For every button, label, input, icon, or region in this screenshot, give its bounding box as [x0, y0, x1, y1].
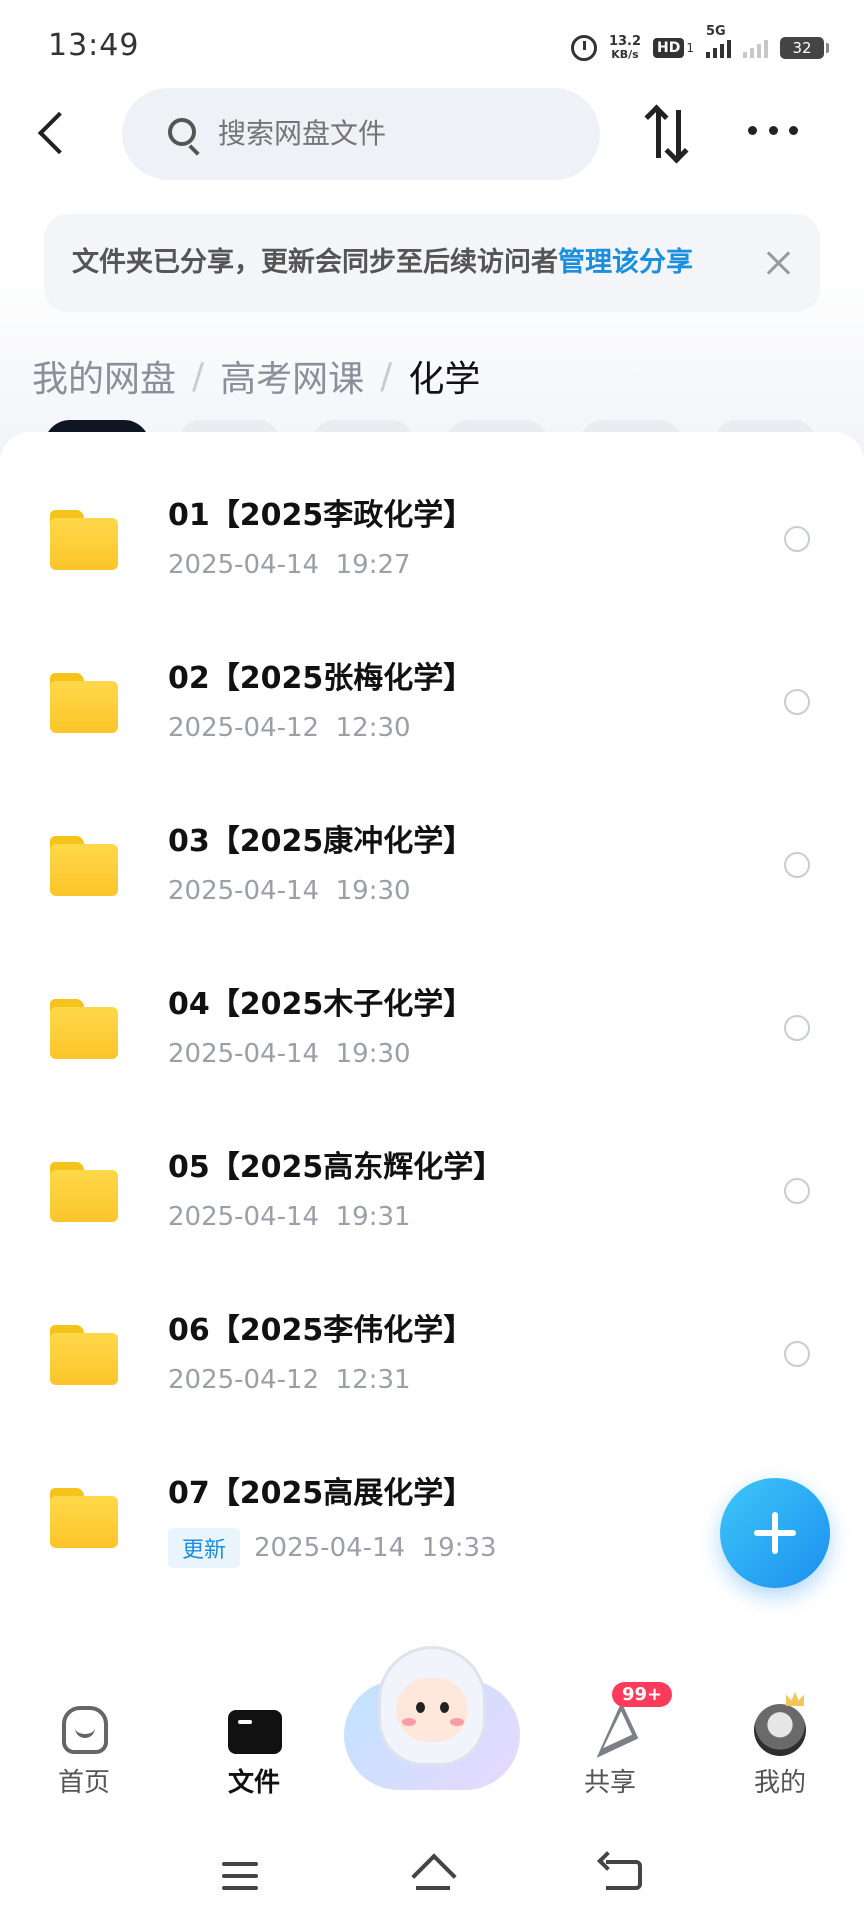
- folder-icon: [50, 1162, 118, 1222]
- share-notice-message: 文件夹已分享，更新会同步至后续访问者: [72, 247, 558, 278]
- more-dot-icon: [789, 125, 798, 135]
- list-item[interactable]: 04【2025木子化学】 2025-04-14 19:30: [0, 965, 864, 1128]
- sim-label: 1: [686, 41, 694, 55]
- folder-icon: [50, 1325, 118, 1385]
- folder-icon: [50, 1488, 118, 1548]
- select-checkbox[interactable]: [784, 689, 810, 715]
- list-item[interactable]: 05【2025高东辉化学】 2025-04-14 19:31: [0, 1128, 864, 1291]
- breadcrumb-separator: /: [192, 355, 205, 397]
- file-date: 2025-04-12 12:31: [168, 1365, 411, 1395]
- share-notice-text: 文件夹已分享，更新会同步至后续访问者管理该分享: [72, 214, 693, 312]
- breadcrumb-separator: /: [380, 355, 393, 397]
- more-dot-icon: [748, 125, 757, 135]
- folder-icon: [50, 999, 118, 1059]
- folder-icon: [50, 836, 118, 896]
- file-date: 2025-04-14 19:30: [168, 876, 411, 906]
- share-badge-count: 99+: [612, 1682, 673, 1707]
- back-button[interactable]: [32, 104, 76, 160]
- network-label: 5G: [706, 24, 726, 39]
- file-name: 05【2025高东辉化学】: [168, 1150, 504, 1185]
- nav-files[interactable]: 文件: [184, 1692, 324, 1820]
- file-meta: 2025-04-12 12:31: [168, 1365, 411, 1395]
- select-checkbox[interactable]: [784, 1341, 810, 1367]
- sort-down-arrow-icon: [676, 110, 681, 158]
- back-icon[interactable]: [606, 1860, 642, 1890]
- signal-5g-icon: 5G: [706, 24, 731, 58]
- nav-share[interactable]: 99+ 共享: [540, 1682, 680, 1820]
- nav-home[interactable]: 首页: [14, 1692, 154, 1820]
- search-bar[interactable]: [122, 88, 600, 180]
- battery-icon: 32: [780, 37, 829, 59]
- system-nav-bar: [0, 1820, 864, 1920]
- file-meta: 2025-04-14 19:27: [168, 550, 411, 580]
- paper-plane-icon: [579, 1702, 639, 1758]
- alarm-icon: [570, 35, 597, 61]
- nav-share-label: 共享: [583, 1768, 636, 1798]
- nav-mine[interactable]: 我的: [710, 1692, 850, 1820]
- folder-icon: [50, 673, 118, 733]
- breadcrumb-my-disk[interactable]: 我的网盘: [32, 350, 176, 402]
- file-name: 07【2025高展化学】: [168, 1476, 474, 1511]
- sort-button[interactable]: [646, 104, 698, 164]
- close-icon[interactable]: [766, 250, 792, 276]
- list-item[interactable]: 02【2025张梅化学】 2025-04-12 12:30: [0, 639, 864, 802]
- mascot-assistant-button[interactable]: [344, 1640, 520, 1790]
- folder-nav-icon: [228, 1710, 282, 1754]
- list-item[interactable]: 01【2025李政化学】 2025-04-14 19:27: [0, 476, 864, 639]
- select-checkbox[interactable]: [784, 526, 810, 552]
- menu-icon[interactable]: [222, 1862, 258, 1890]
- home-smile-icon: [62, 1706, 108, 1754]
- file-meta: 2025-04-12 12:30: [168, 713, 411, 743]
- select-checkbox[interactable]: [784, 1015, 810, 1041]
- search-input[interactable]: [218, 88, 578, 180]
- nav-home-label: 首页: [57, 1768, 110, 1798]
- file-meta: 更新 2025-04-14 19:33: [168, 1528, 497, 1568]
- hd-icon: HD: [653, 38, 685, 58]
- file-name: 02【2025张梅化学】: [168, 661, 474, 696]
- manage-share-link[interactable]: 管理该分享: [558, 247, 693, 278]
- breadcrumb-gaokao-courses[interactable]: 高考网课: [220, 350, 364, 402]
- file-meta: 2025-04-14 19:31: [168, 1202, 411, 1232]
- sort-up-arrow-icon: [656, 110, 661, 158]
- more-options-button[interactable]: [748, 120, 798, 140]
- file-date: 2025-04-14 19:33: [254, 1533, 497, 1563]
- breadcrumb: 我的网盘 / 高考网课 / 化学: [32, 350, 480, 402]
- breadcrumb-current: 化学: [408, 359, 481, 400]
- select-checkbox[interactable]: [784, 852, 810, 878]
- nav-mine-label: 我的: [753, 1768, 806, 1798]
- net-speed: 13.2 KB/s: [609, 35, 641, 61]
- file-meta: 2025-04-14 19:30: [168, 876, 411, 906]
- file-meta: 2025-04-14 19:30: [168, 1039, 411, 1069]
- net-speed-value: 13.2: [608, 34, 642, 49]
- avatar: [754, 1704, 806, 1756]
- share-notice-banner: 文件夹已分享，更新会同步至后续访问者管理该分享: [44, 214, 820, 312]
- file-date: 2025-04-12 12:30: [168, 713, 411, 743]
- net-speed-unit: KB/s: [611, 48, 639, 61]
- status-time: 13:49: [48, 28, 140, 63]
- crown-icon: [786, 1692, 804, 1706]
- status-bar: 13:49 13.2 KB/s HD 1 5G 32: [0, 0, 864, 96]
- file-date: 2025-04-14 19:30: [168, 1039, 411, 1069]
- search-icon: [168, 118, 196, 146]
- list-item[interactable]: 06【2025李伟化学】 2025-04-12 12:31: [0, 1291, 864, 1454]
- list-item[interactable]: 03【2025康冲化学】 2025-04-14 19:30: [0, 802, 864, 965]
- file-date: 2025-04-14 19:27: [168, 550, 411, 580]
- folder-icon: [50, 510, 118, 570]
- file-date: 2025-04-14 19:31: [168, 1202, 411, 1232]
- more-dot-icon: [768, 125, 778, 135]
- file-name: 01【2025李政化学】: [168, 498, 474, 533]
- file-name: 03【2025康冲化学】: [168, 824, 474, 859]
- status-icons: 13.2 KB/s HD 1 5G 32: [570, 24, 829, 66]
- update-badge: 更新: [168, 1528, 241, 1568]
- home-icon[interactable]: [412, 1858, 452, 1892]
- select-checkbox[interactable]: [784, 1178, 810, 1204]
- nav-files-label: 文件: [227, 1768, 280, 1798]
- add-button[interactable]: [720, 1478, 830, 1588]
- file-name: 06【2025李伟化学】: [168, 1313, 474, 1348]
- file-name: 04【2025木子化学】: [168, 987, 474, 1022]
- signal-secondary-icon: [743, 38, 768, 58]
